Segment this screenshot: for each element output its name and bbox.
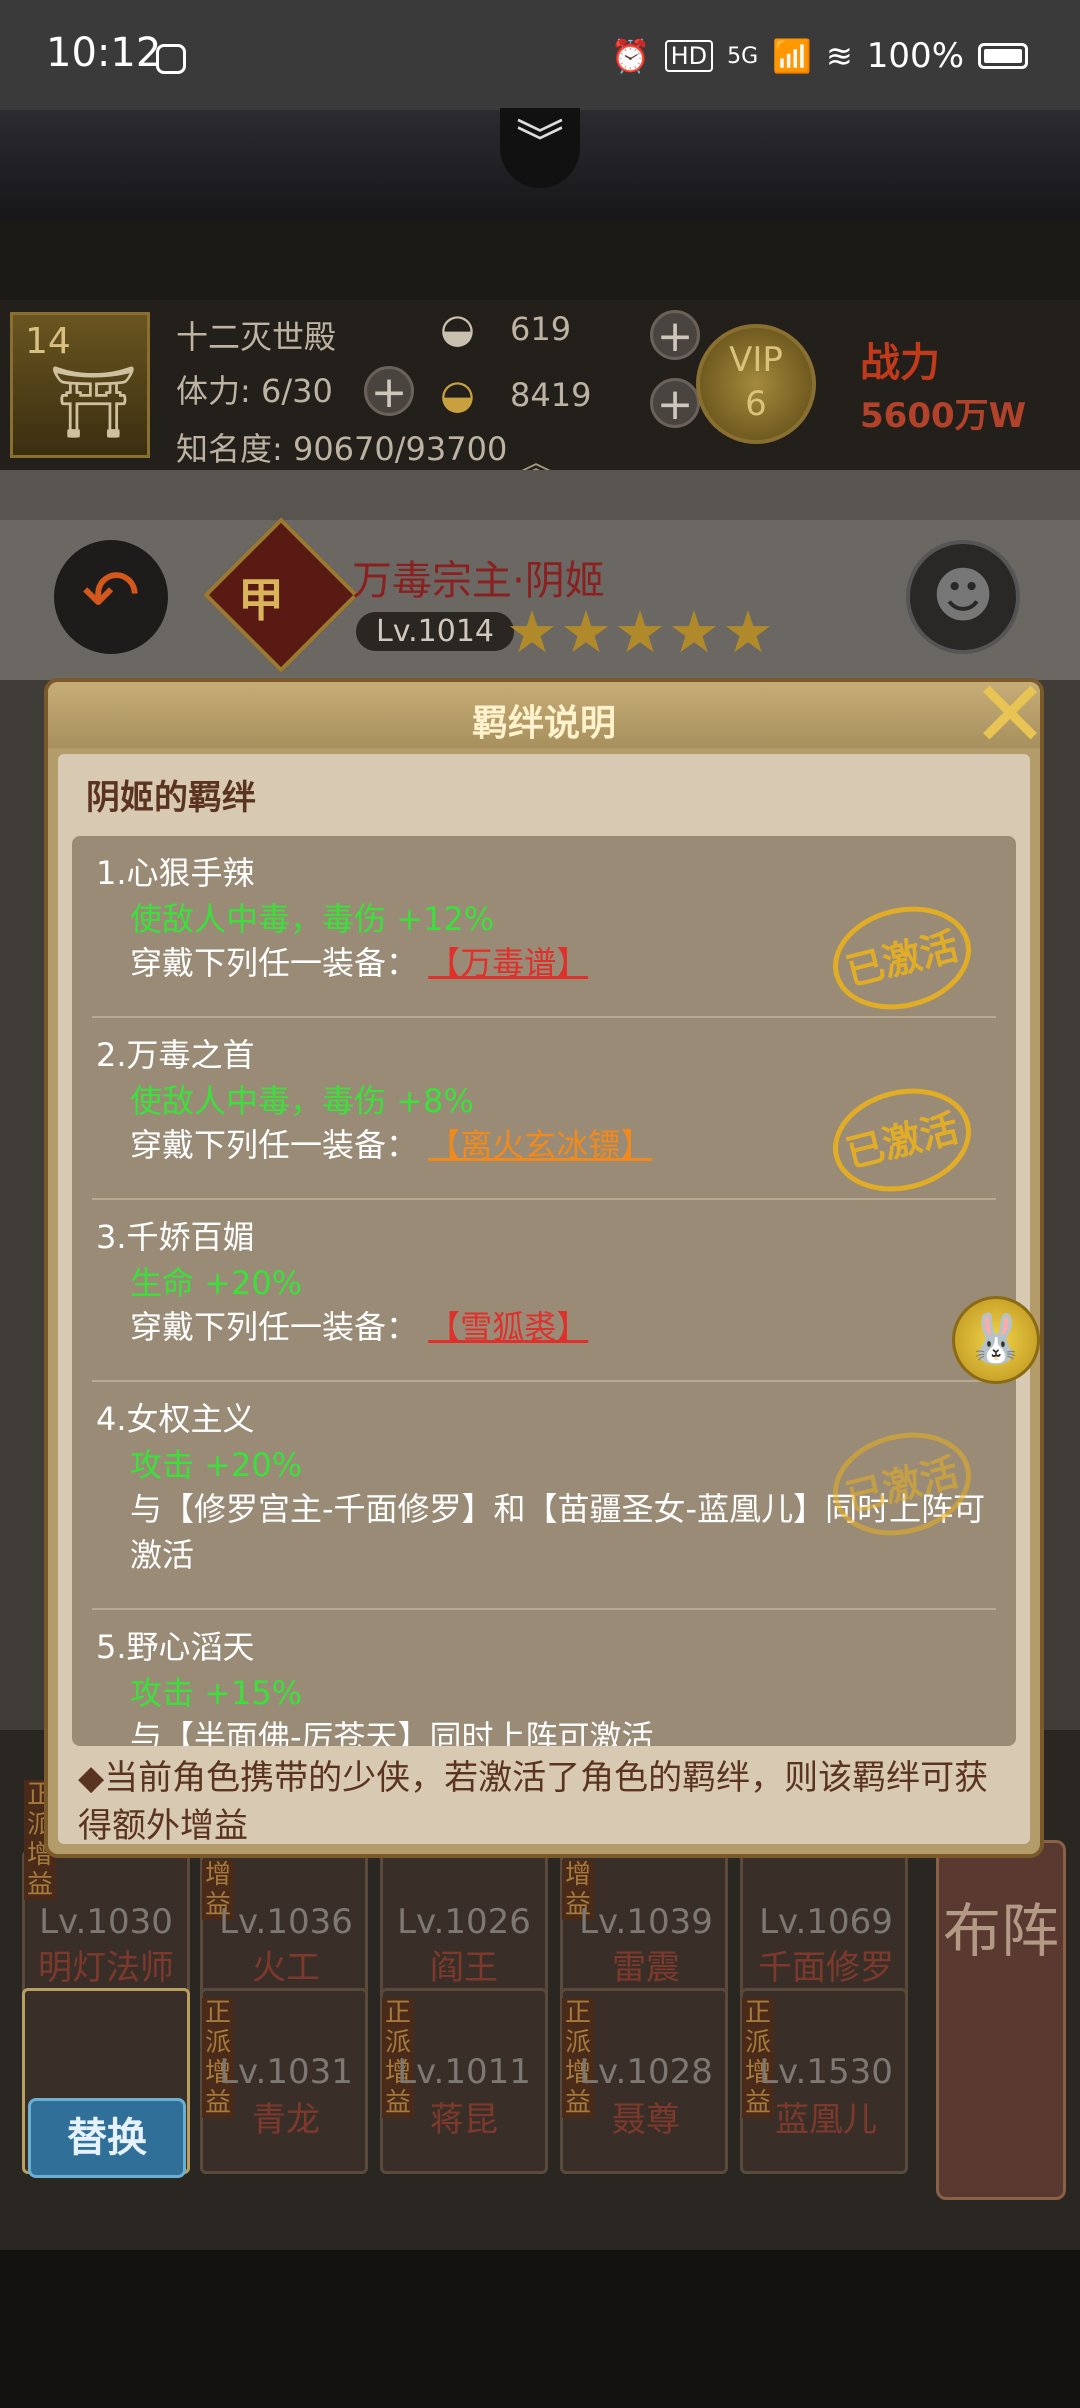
bond-title: 3.千娇百媚: [96, 1218, 255, 1256]
vip-badge[interactable]: VIP 6: [696, 324, 816, 444]
list-item: 3.千娇百媚 生命 +20% 穿戴下列任一装备： 【雪狐裘】: [72, 1212, 1016, 1382]
cellular-signal-icon: 5G: [727, 43, 759, 69]
divider: [92, 1608, 996, 1610]
bond-requirement: 穿戴下列任一装备： 【雪狐裘】: [130, 1304, 990, 1350]
slot-name: 蒋昆: [430, 2100, 498, 2140]
hero-rank-text: 甲: [238, 573, 284, 627]
gold-ingot-icon: ◒: [440, 372, 475, 418]
slot-level: Lv.1011: [397, 2052, 531, 2092]
wifi-icon-2: ≋: [825, 37, 853, 75]
close-icon[interactable]: ✕: [960, 669, 1060, 761]
equipment-link[interactable]: 【离火玄冰镖】: [428, 1126, 652, 1164]
status-bar: 10:12 ⏰ HD 5G 📶 ≋ 100%: [0, 0, 1080, 110]
floating-assistant-icon[interactable]: 🐰: [952, 1296, 1040, 1384]
list-item: 5.野心滔天 攻击 +15% 与【半面佛-厉苍天】同时上阵可激活: [72, 1622, 1016, 1746]
player-level-box[interactable]: 14 ⛩: [10, 312, 150, 458]
bond-effect: 生命 +20%: [130, 1264, 303, 1302]
bond-modal: 羁绊说明 ✕ 阴姬的羁绊 1.心狠手辣 使敌人中毒，毒伤 +12% 穿戴下列任一…: [44, 669, 1049, 1858]
avatar[interactable]: ☻: [906, 540, 1020, 654]
player-level: 14: [25, 321, 71, 362]
bond-title: 1.心狠手辣: [96, 854, 255, 892]
vip-level: 6: [745, 384, 767, 424]
divider: [92, 1380, 996, 1382]
slot-name: 蓝凰儿: [775, 2100, 877, 2140]
slot-level: Lv.1069: [759, 1902, 893, 1942]
stamina-text: 体力: 6/30: [176, 372, 333, 410]
bond-title: 5.野心滔天: [96, 1628, 255, 1666]
back-arrow-icon[interactable]: ↶: [54, 540, 168, 654]
req-prefix: 穿戴下列任一装备：: [130, 1126, 419, 1164]
app-notification-icon: [156, 44, 186, 74]
hero-header: ↶ 甲 万毒宗主·阴姬 Lv.1014 ★★★★★ ☻: [0, 517, 1080, 680]
status-icons: ⏰ HD 5G 📶 ≋ 100%: [611, 36, 1028, 76]
equipment-link[interactable]: 【万毒谱】: [428, 944, 588, 982]
wifi-icon: 📶: [772, 37, 812, 75]
hero-level: Lv.1014: [356, 612, 515, 651]
formation-button[interactable]: 布阵: [936, 1840, 1066, 2200]
swap-button[interactable]: 替换: [28, 2098, 186, 2178]
bond-note: ◆当前角色携带的少侠，若激活了角色的羁绊，则该羁绊可获得额外增益: [78, 1758, 989, 1846]
battery-icon: [978, 43, 1028, 69]
slot-level: Lv.1031: [219, 2052, 353, 2092]
battery-percent: 100%: [866, 36, 964, 76]
alarm-icon: ⏰: [610, 37, 651, 75]
modal-title: 羁绊说明: [471, 703, 616, 744]
list-item: 1.心狠手辣 使敌人中毒，毒伤 +12% 穿戴下列任一装备： 【万毒谱】 已激活: [72, 848, 1016, 1024]
header-strip: [0, 220, 1080, 300]
bond-effect: 攻击 +20%: [130, 1446, 303, 1484]
slot-level: Lv.1039: [579, 1902, 713, 1942]
slot-level: Lv.1036: [219, 1902, 353, 1942]
add-silver-button[interactable]: +: [650, 310, 700, 361]
bond-title: 4.女权主义: [96, 1400, 255, 1438]
slot-name: 青龙: [252, 2100, 320, 2140]
list-item: 4.女权主义 攻击 +20% 与【修罗宫主-千面修罗】和【苗疆圣女-蓝凰儿】同时…: [72, 1394, 1016, 1614]
bond-effect: 攻击 +15%: [130, 1674, 303, 1712]
slot-level: Lv.1530: [759, 2052, 893, 2092]
slot-level: Lv.1028: [579, 2052, 713, 2092]
req-prefix: 穿戴下列任一装备：: [130, 1308, 419, 1346]
silver-ingot-icon: ◒: [440, 306, 475, 352]
bond-list[interactable]: 1.心狠手辣 使敌人中毒，毒伤 +12% 穿戴下列任一装备： 【万毒谱】 已激活…: [72, 836, 1016, 1746]
slot-name: 火工: [252, 1948, 320, 1988]
vip-label: VIP: [729, 340, 783, 380]
slot-name: 明灯法师: [38, 1948, 174, 1988]
realm-name: 十二灭世殿: [176, 318, 337, 356]
modal-body: 阴姬的羁绊 1.心狠手辣 使敌人中毒，毒伤 +12% 穿戴下列任一装备： 【万毒…: [58, 754, 1030, 1846]
bond-heading: 阴姬的羁绊: [86, 778, 256, 818]
activated-stamp: 已激活: [821, 892, 983, 1024]
hero-stars: ★★★★★: [506, 598, 776, 666]
power-value: 5600万W: [860, 396, 1027, 436]
collapse-chevron-icon[interactable]: ︾: [500, 108, 580, 188]
divider: [92, 1198, 996, 1200]
slot-name: 阎王: [430, 1948, 498, 1988]
divider-band: [0, 470, 1080, 520]
bond-effect: 使敌人中毒，毒伤 +12%: [130, 900, 495, 938]
combat-power: 战力 5600万W: [860, 330, 1070, 450]
slot-name: 雷震: [612, 1948, 680, 1988]
power-label: 战力: [860, 340, 940, 386]
bond-title: 2.万毒之首: [96, 1036, 255, 1074]
add-stamina-button[interactable]: +: [364, 366, 414, 417]
hd-icon: HD: [664, 40, 714, 72]
activated-stamp: 已激活: [821, 1074, 983, 1206]
bond-requirement: 与【半面佛-厉苍天】同时上阵可激活: [130, 1718, 654, 1746]
silver-value: 619: [510, 310, 572, 348]
bond-effect: 使敌人中毒，毒伤 +8%: [130, 1082, 474, 1120]
pagoda-icon: ⛩: [49, 361, 138, 443]
add-gold-button[interactable]: +: [650, 378, 700, 429]
footer-area: [0, 2250, 1080, 2408]
slot-level: Lv.1030: [39, 1902, 173, 1942]
list-item: 2.万毒之首 使敌人中毒，毒伤 +8% 穿戴下列任一装备： 【离火玄冰镖】 已激…: [72, 1030, 1016, 1206]
slot-name: 聂尊: [612, 2100, 680, 2140]
req-prefix: 穿戴下列任一装备：: [130, 944, 419, 982]
fame-text: 知名度: 90670/93700: [176, 430, 508, 468]
equipment-link[interactable]: 【雪狐裘】: [428, 1308, 588, 1346]
slot-level: Lv.1026: [397, 1902, 531, 1942]
gold-value: 8419: [510, 376, 592, 414]
status-time: 10:12: [46, 30, 162, 76]
divider: [92, 1016, 996, 1018]
player-info-bar: 14 ⛩ 十二灭世殿 体力: 6/30 + 知名度: 90670/93700 ◒…: [0, 300, 1080, 482]
slot-name: 千面修罗: [758, 1948, 894, 1988]
